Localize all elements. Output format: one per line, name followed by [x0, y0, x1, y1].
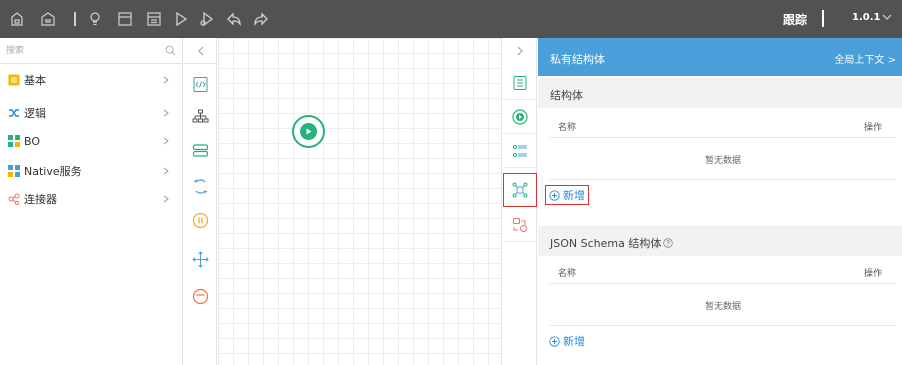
category-label: 逻辑 — [24, 107, 46, 120]
storage-icon[interactable] — [192, 142, 209, 159]
column-operation-header: 操作 — [863, 123, 882, 133]
start-node[interactable] — [292, 115, 325, 148]
category-connector[interactable]: 连接器 — [0, 188, 183, 210]
category-label: Native服务 — [24, 165, 82, 178]
mapping-icon — [513, 217, 527, 232]
properties-tab-column — [503, 38, 537, 365]
redo-icon[interactable] — [252, 10, 270, 28]
properties-icon — [513, 75, 527, 90]
toolbar-separator-icon — [66, 10, 84, 28]
chevron-right-icon — [163, 195, 169, 203]
section-title: 结构体 — [550, 89, 583, 102]
list-icon — [513, 144, 527, 157]
column-name-header: 名称 — [558, 123, 577, 133]
schema-table-header: 名称 操作 — [550, 258, 896, 284]
search-bar — [0, 38, 183, 64]
schema-section-header: JSON Schema 结构体 — [538, 226, 902, 256]
tab-mapping[interactable] — [503, 208, 537, 242]
struct-table-header: 名称 操作 — [550, 112, 896, 138]
chevron-right-icon — [163, 137, 169, 145]
top-toolbar: 跟踪 1.0.1 — [0, 0, 902, 38]
toolbar-divider — [822, 10, 824, 27]
start-icon — [512, 108, 528, 125]
panel-header: 私有结构体 全局上下文 > — [538, 38, 902, 76]
tab-variables[interactable] — [503, 134, 537, 168]
debug-icon[interactable] — [198, 10, 216, 28]
move-icon[interactable] — [192, 251, 209, 268]
tab-properties[interactable] — [503, 66, 537, 100]
chevron-right-icon — [163, 109, 169, 117]
chevron-right-icon — [163, 167, 169, 175]
category-label: 连接器 — [24, 193, 57, 206]
search-input[interactable] — [6, 43, 156, 59]
logic-icon — [9, 109, 19, 117]
category-logic[interactable]: 逻辑 — [0, 102, 183, 124]
deploy-icon[interactable] — [145, 10, 163, 28]
section-title-text: JSON Schema 结构体 — [550, 237, 662, 250]
properties-collapse-button[interactable] — [503, 38, 537, 64]
struct-empty-row: 暂无数据 — [550, 138, 896, 180]
timer-icon[interactable] — [192, 288, 209, 305]
script-icon[interactable] — [192, 76, 209, 93]
add-circle-icon — [549, 189, 560, 201]
tab-struct[interactable] — [503, 173, 537, 207]
chevron-right-icon — [517, 46, 523, 56]
category-native-service[interactable]: Native服务 — [0, 160, 183, 182]
pause-icon[interactable] — [192, 212, 209, 229]
document-icon[interactable] — [116, 10, 134, 28]
section-title: JSON Schema 结构体 — [550, 235, 674, 251]
node-palette — [184, 38, 217, 365]
column-name-header: 名称 — [558, 269, 577, 279]
category-label: 基本 — [24, 74, 46, 87]
panel-title: 私有结构体 — [550, 53, 605, 66]
global-context-link[interactable]: 全局上下文 > — [834, 51, 896, 66]
tree-icon[interactable] — [192, 109, 209, 126]
undo-icon[interactable] — [225, 10, 243, 28]
chevron-down-icon[interactable] — [881, 11, 893, 23]
column-operation-header: 操作 — [863, 269, 882, 279]
bo-icon — [8, 135, 20, 147]
struct-properties-panel: 私有结构体 全局上下文 > 结构体 名称 操作 暂无数据 新增 JSON Sch… — [538, 38, 902, 365]
connector-icon — [8, 193, 20, 205]
struct-section-header: 结构体 — [538, 78, 902, 108]
category-bo[interactable]: BO — [0, 130, 183, 152]
add-label: 新增 — [563, 189, 585, 202]
flow-canvas[interactable] — [218, 38, 502, 365]
save-icon[interactable] — [8, 10, 26, 28]
hint-icon[interactable] — [86, 10, 104, 28]
category-basic[interactable]: 基本 — [0, 69, 183, 91]
add-circle-icon — [549, 335, 560, 347]
empty-state-text: 暂无数据 — [704, 302, 741, 312]
save-as-icon[interactable] — [39, 10, 57, 28]
help-icon[interactable] — [663, 238, 674, 248]
run-icon[interactable] — [172, 10, 190, 28]
version-select[interactable]: 1.0.1 — [852, 12, 880, 23]
add-struct-button[interactable]: 新增 — [545, 185, 589, 205]
component-library-panel: 基本 逻辑 BO Native服务 连接器 — [0, 38, 183, 365]
search-icon[interactable] — [165, 45, 176, 56]
loop-icon[interactable] — [192, 178, 209, 195]
category-label: BO — [24, 134, 41, 148]
basic-icon — [8, 74, 20, 86]
struct-icon — [512, 182, 528, 198]
trace-button[interactable]: 跟踪 — [783, 11, 807, 28]
palette-collapse-button[interactable] — [184, 38, 217, 64]
start-play-icon — [300, 123, 317, 140]
empty-state-text: 暂无数据 — [704, 156, 741, 166]
add-schema-button[interactable]: 新增 — [549, 331, 585, 351]
tab-start[interactable] — [503, 100, 537, 134]
chevron-right-icon — [163, 76, 169, 84]
chevron-left-icon — [197, 46, 203, 55]
native-service-icon — [8, 165, 20, 177]
schema-empty-row: 暂无数据 — [550, 284, 896, 326]
add-label: 新增 — [563, 335, 585, 348]
